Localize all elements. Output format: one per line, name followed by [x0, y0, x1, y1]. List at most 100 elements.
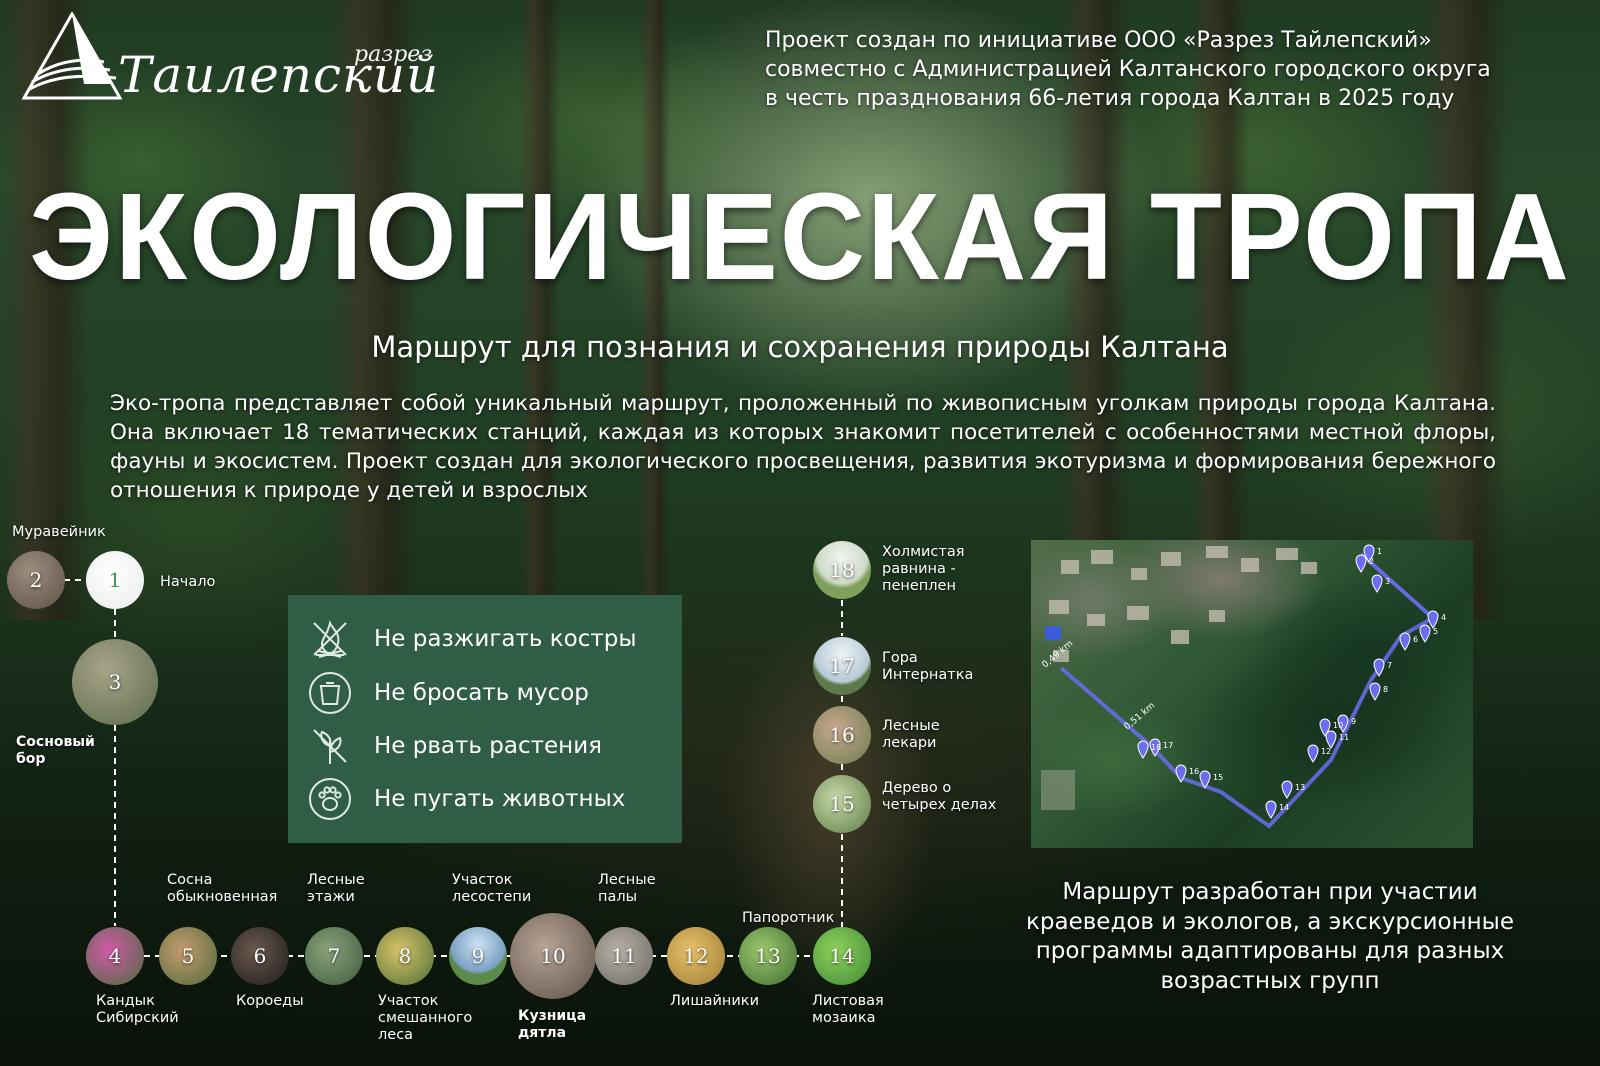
map-marker-15: 15 [1199, 770, 1223, 789]
page-title: ЭКОЛОГИЧЕСКАЯ ТРОПА [29, 167, 1571, 307]
map-marker-label: 7 [1387, 661, 1392, 670]
map-marker-label: 6 [1413, 635, 1418, 644]
map-marker-label: 14 [1279, 803, 1289, 812]
rule-label: Не рвать растения [374, 733, 602, 759]
credit-line: программы адаптированы для разных [1035, 938, 1505, 964]
station-label: Участок лесостепи [452, 872, 532, 905]
map-marker-5: 5 [1419, 624, 1438, 643]
station-1: 1 [86, 551, 144, 609]
station-number: 12 [683, 944, 709, 968]
station-14: 14 [813, 927, 871, 985]
credit-text: Маршрут разработан при участии краеведов… [980, 878, 1560, 996]
company-logo: разрез Таилепский [22, 12, 438, 104]
station-7: 7 [305, 927, 363, 985]
station-label: Сосновый бор [16, 734, 95, 767]
station-number: 1 [108, 568, 122, 592]
credit-line: Маршрут разработан при участии [1062, 879, 1478, 905]
map-marker-label: 18 [1151, 743, 1161, 752]
map-marker-label: 16 [1189, 767, 1199, 776]
station-number: 4 [108, 944, 122, 968]
station-number: 17 [829, 654, 855, 678]
map-marker-label: 3 [1385, 577, 1390, 586]
station-number: 11 [611, 944, 637, 968]
station-label: Лишайники [670, 993, 759, 1009]
rule-label: Не разжигать костры [374, 626, 637, 652]
credit-line: краеведов и экологов, а экскурсионные [1026, 908, 1514, 935]
page-subtitle: Маршрут для познания и сохранения природ… [371, 330, 1229, 364]
rule-item: Не пугать животных [308, 775, 678, 823]
station-number: 2 [29, 568, 43, 592]
rule-item: Не разжигать костры [308, 615, 678, 663]
rules-panel: Не разжигать костры Не бросать мусор Не … [288, 595, 682, 843]
station-6: 6 [231, 927, 289, 985]
station-3: 3 [72, 639, 158, 725]
station-18: 18 [813, 541, 871, 599]
station-number: 10 [540, 944, 566, 968]
station-label: Муравейник [12, 524, 106, 540]
map-marker-label: 11 [1339, 733, 1349, 742]
initiative-line: Проект создан по инициативе ООО «Разрез … [765, 28, 1432, 53]
description-paragraph: Эко-тропа представляет собой уникальный … [110, 391, 1496, 503]
station-number: 6 [253, 944, 267, 968]
map-distance-label: 0,49 km [1041, 639, 1076, 670]
rule-item: Не бросать мусор [308, 669, 678, 717]
initiative-line: в честь празднования 66-летия города Кал… [765, 86, 1455, 111]
station-label: Сосна обыкновенная [167, 872, 278, 905]
map-marker-label: 15 [1213, 773, 1223, 782]
station-2: 2 [7, 551, 65, 609]
no-plant-picking-icon [313, 729, 347, 764]
rule-label: Не бросать мусор [374, 680, 589, 706]
station-label: Папоротник [742, 910, 835, 926]
map-marker-label: 2 [1369, 557, 1374, 566]
credit-line: возрастных групп [1160, 967, 1380, 994]
station-label: Лесные этажи [307, 872, 365, 905]
map-marker-label: 9 [1351, 717, 1356, 726]
station-9: 9 [449, 927, 507, 985]
initiative-line: совместно с Администрацией Калтанского г… [765, 57, 1491, 82]
station-label: Холмистая равнина - пенеплен [882, 544, 965, 594]
station-label: Дерево о четырех делах [882, 780, 997, 813]
station-13: 13 [739, 927, 797, 985]
station-5: 5 [159, 927, 217, 985]
map-marker-4: 4 [1427, 610, 1446, 629]
map-marker-13: 13 [1281, 780, 1305, 799]
station-number: 18 [829, 558, 855, 582]
station-16: 16 [813, 706, 871, 764]
station-4: 4 [86, 927, 144, 985]
map-marker-8: 8 [1369, 682, 1388, 701]
station-15: 15 [813, 775, 871, 833]
station-label: Начало [160, 574, 216, 590]
station-number: 7 [327, 944, 341, 968]
map-marker-2: 2 [1355, 554, 1374, 573]
map-marker-12: 12 [1307, 744, 1331, 763]
station-8: 8 [376, 927, 434, 985]
map-marker-label: 10 [1333, 721, 1343, 730]
trash-bin-icon [309, 672, 351, 714]
map-marker-label: 4 [1441, 613, 1446, 622]
station-number: 8 [398, 944, 412, 968]
station-number: 3 [108, 670, 122, 694]
station-label: Участок смешанного леса [378, 993, 473, 1043]
route-map-graphic: 1234567891011121314151617180,49 km0,51 k… [1041, 544, 1446, 829]
station-label: Листовая мозаика [812, 993, 884, 1026]
map-marker-label: 8 [1383, 685, 1388, 694]
map-marker-label: 12 [1321, 747, 1331, 756]
map-marker-3: 3 [1371, 574, 1390, 593]
station-number: 16 [829, 723, 855, 747]
station-number: 5 [181, 944, 195, 968]
map-marker-label: 17 [1163, 741, 1173, 750]
mountain-logo-icon [22, 12, 122, 100]
station-number: 15 [829, 792, 855, 816]
station-17: 17 [813, 637, 871, 695]
station-number: 14 [829, 944, 855, 968]
station-11: 11 [595, 927, 653, 985]
station-label: Кандык Сибирский [96, 993, 179, 1026]
station-number: 9 [471, 944, 485, 968]
map-marker-6: 6 [1399, 632, 1418, 651]
station-label: Лесные лекари [882, 718, 940, 751]
station-label: Короеды [236, 993, 304, 1009]
station-label: Кузница дятла [518, 1008, 587, 1041]
map-marker-label: 1 [1377, 547, 1382, 556]
station-number: 13 [755, 944, 781, 968]
paw-print-icon [309, 778, 351, 820]
